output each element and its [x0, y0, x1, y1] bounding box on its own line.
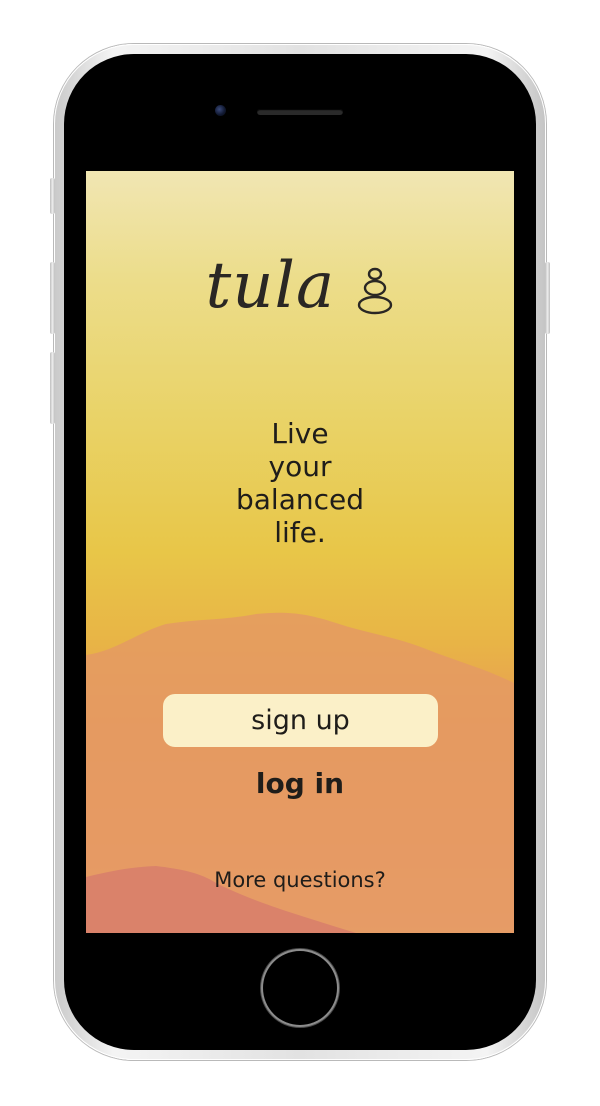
tagline-line-1: Live [271, 417, 329, 450]
sign-up-button[interactable]: sign up [163, 694, 438, 747]
front-camera-icon [215, 105, 226, 116]
logo-text: tula [205, 249, 336, 323]
tagline-line-3: balanced [235, 483, 364, 516]
stacked-stones-icon [358, 267, 393, 314]
earpiece-speaker [257, 109, 343, 115]
tagline-line-4: life. [274, 516, 326, 549]
volume-down-button [50, 352, 55, 424]
app-screen: tula Live your balanced life. sign up lo… [86, 171, 514, 933]
home-button-icon[interactable] [263, 951, 337, 1025]
tagline-line-2: your [268, 450, 332, 483]
tagline: Live your balanced life. [86, 417, 514, 549]
volume-up-button [50, 262, 55, 334]
app-logo: tula [86, 249, 514, 323]
log-in-link[interactable]: log in [86, 767, 514, 800]
power-button [545, 262, 550, 334]
more-questions-link[interactable]: More questions? [86, 868, 514, 892]
mute-switch [50, 178, 55, 214]
